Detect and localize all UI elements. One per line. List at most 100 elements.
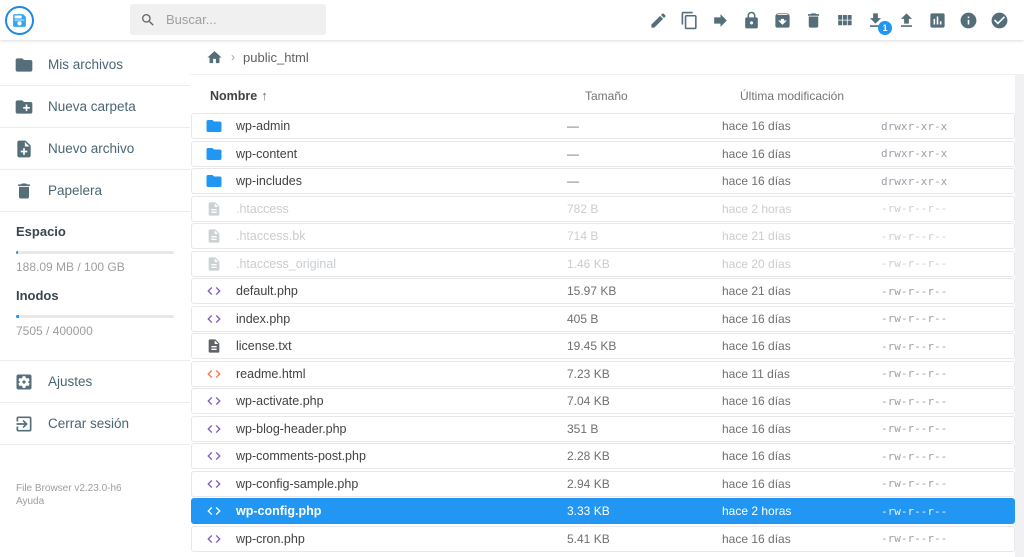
file-size: 7.04 KB [567,394,722,408]
move-button[interactable] [710,10,730,30]
file-modified: hace 21 días [722,229,877,243]
home-icon[interactable] [206,49,223,66]
table-row[interactable]: wp-includes — hace 16 días drwxr-xr-x [191,168,1015,194]
table-row[interactable]: license.txt 19.45 KB hace 16 días -rw-r-… [191,333,1015,359]
table-row[interactable]: wp-admin — hace 16 días drwxr-xr-x [191,113,1015,139]
view-mode-button[interactable] [834,10,854,30]
file-name: default.php [236,284,567,298]
file-size: 7.23 KB [567,367,722,381]
file-permissions: -rw-r--r-- [877,340,997,353]
delete-button[interactable] [803,10,823,30]
table-row[interactable]: wp-blog-header.php 351 B hace 16 días -r… [191,416,1015,442]
file-size: — [567,147,722,161]
file-name: wp-cron.php [236,532,567,546]
table-row[interactable]: wp-activate.php 7.04 KB hace 16 días -rw… [191,388,1015,414]
column-header-modified[interactable]: Última modificación [740,89,895,103]
table-row[interactable]: wp-config.php 3.33 KB hace 2 horas -rw-r… [191,498,1015,524]
top-header-bar: 1 [0,0,1024,40]
file-modified: hace 11 días [722,367,877,381]
info-button[interactable] [958,10,978,30]
upload-button[interactable] [896,10,916,30]
download-count-badge: 1 [878,21,892,35]
file-permissions: -rw-r--r-- [877,285,997,298]
file-permissions: -rw-r--r-- [877,505,997,518]
table-row[interactable]: readme.html 7.23 KB hace 11 días -rw-r--… [191,361,1015,387]
table-row[interactable]: default.php 15.97 KB hace 21 días -rw-r-… [191,278,1015,304]
file-listing: Nombre↑ Tamaño Última modificación wp-ad… [190,75,1015,552]
folder-plus-icon [14,97,48,117]
file-permissions: drwxr-xr-x [877,175,997,188]
sidebar-item-nuevo-archivo[interactable]: Nuevo archivo [0,128,190,170]
file-name: wp-activate.php [236,394,567,408]
file-plus-icon [14,139,48,159]
table-row[interactable]: wp-comments-post.php 2.28 KB hace 16 día… [191,443,1015,469]
trash-icon [804,11,823,30]
sidebar-item-mis-archivos[interactable]: Mis archivos [0,44,190,86]
usage-value: 188.09 MB / 100 GB [16,260,174,274]
search-input[interactable] [166,12,306,27]
sidebar-item-cerrar-sesi-n[interactable]: Cerrar sesión [0,403,190,445]
search-icon [140,12,166,28]
permissions-button[interactable] [741,10,761,30]
sidebar: Mis archivos Nueva carpeta Nuevo archivo… [0,40,190,557]
file-icon [192,201,236,217]
file-size: 1.46 KB [567,257,722,271]
filebrowser-logo[interactable] [5,6,34,35]
file-size: 15.97 KB [567,284,722,298]
column-header-name[interactable]: Nombre↑ [210,88,585,103]
scrollbar[interactable] [1015,75,1024,557]
code-icon [192,393,236,409]
toolbar: 1 [648,10,1024,30]
file-name: wp-config.php [236,504,567,518]
file-size: 19.45 KB [567,339,722,353]
file-size: 2.94 KB [567,477,722,491]
table-row[interactable]: wp-config-sample.php 2.94 KB hace 16 día… [191,471,1015,497]
table-row[interactable]: index.php 405 B hace 16 días -rw-r--r-- [191,306,1015,332]
search-box[interactable] [130,4,326,35]
sidebar-item-label: Cerrar sesión [48,416,129,431]
column-header-size[interactable]: Tamaño [585,89,740,103]
table-row[interactable]: wp-content — hace 16 días drwxr-xr-x [191,141,1015,167]
copy-button[interactable] [679,10,699,30]
file-name: license.txt [236,339,567,353]
table-row[interactable]: .htaccess.bk 714 B hace 21 días -rw-r--r… [191,223,1015,249]
pencil-icon [649,11,668,30]
usage-button[interactable] [927,10,947,30]
file-permissions: -rw-r--r-- [877,312,997,325]
file-permissions: -rw-r--r-- [877,230,997,243]
table-row[interactable]: wp-cron.php 5.41 KB hace 16 días -rw-r--… [191,526,1015,552]
code-icon [192,531,236,547]
rename-button[interactable] [648,10,668,30]
file-name: .htaccess_original [236,257,567,271]
code-icon [192,421,236,437]
usage-title: Espacio [16,224,174,239]
file-permissions: -rw-r--r-- [877,450,997,463]
file-name: wp-admin [236,119,567,133]
usage-meter: Espacio 188.09 MB / 100 GB [16,224,174,274]
check-circle-icon [990,11,1009,30]
file-modified: hace 16 días [722,312,877,326]
usage-value: 7505 / 400000 [16,324,174,338]
sidebar-item-ajustes[interactable]: Ajustes [0,361,190,403]
code-icon [192,448,236,464]
file-modified: hace 16 días [722,119,877,133]
sidebar-item-nueva-carpeta[interactable]: Nueva carpeta [0,86,190,128]
upload-icon [897,11,916,30]
archive-button[interactable] [772,10,792,30]
file-size: 714 B [567,229,722,243]
code-icon [192,311,236,327]
select-multiple-button[interactable] [989,10,1009,30]
file-permissions: -rw-r--r-- [877,477,997,490]
download-button[interactable]: 1 [865,10,885,30]
file-modified: hace 16 días [722,422,877,436]
sidebar-item-label: Nuevo archivo [48,141,134,156]
file-permissions: -rw-r--r-- [877,202,997,215]
folder-icon [192,117,236,135]
usage-meter: Inodos 7505 / 400000 [16,288,174,338]
help-link[interactable]: Ayuda [16,496,190,507]
sidebar-item-papelera[interactable]: Papelera [0,170,190,212]
table-row[interactable]: .htaccess_original 1.46 KB hace 20 días … [191,251,1015,277]
table-row[interactable]: .htaccess 782 B hace 2 horas -rw-r--r-- [191,196,1015,222]
bar-chart-icon [928,11,947,30]
breadcrumb-path[interactable]: public_html [243,50,309,65]
